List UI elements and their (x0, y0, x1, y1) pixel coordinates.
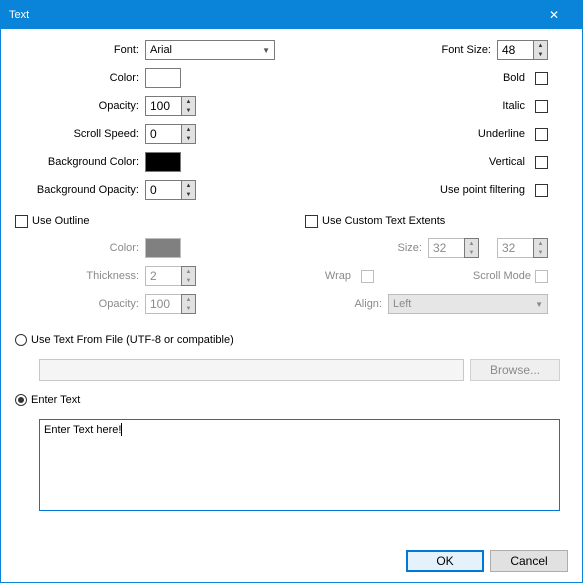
chevron-down-icon: ▼ (535, 300, 543, 309)
extents-width-stepper: ▲▼ (428, 238, 479, 258)
ok-button[interactable]: OK (406, 550, 484, 572)
vertical-label: Vertical (431, 156, 531, 168)
use-file-radio[interactable] (15, 334, 27, 346)
font-size-input[interactable] (497, 40, 533, 60)
chevron-up-icon[interactable]: ▲ (182, 97, 195, 106)
scroll-mode-label: Scroll Mode (473, 270, 531, 282)
chevron-down-icon: ▼ (182, 304, 195, 313)
chevron-down-icon[interactable]: ▼ (534, 50, 547, 59)
bg-opacity-input[interactable] (145, 180, 181, 200)
italic-checkbox[interactable] (535, 100, 548, 113)
outline-thickness-stepper: ▲▼ (145, 266, 196, 286)
point-filtering-label: Use point filtering (431, 184, 531, 196)
font-label: Font: (15, 44, 145, 56)
point-filtering-checkbox[interactable] (535, 184, 548, 197)
use-extents-checkbox[interactable] (305, 215, 318, 228)
font-select[interactable]: Arial ▼ (145, 40, 275, 60)
chevron-up-icon: ▲ (182, 267, 195, 276)
extents-width-input (428, 238, 464, 258)
enter-text-label: Enter Text (31, 394, 80, 406)
extents-size-label: Size: (376, 242, 428, 254)
scroll-speed-input[interactable] (145, 124, 181, 144)
color-label: Color: (15, 72, 145, 84)
close-icon[interactable]: ✕ (534, 8, 574, 22)
extents-height-stepper: ▲▼ (497, 238, 548, 258)
scroll-speed-stepper[interactable]: ▲▼ (145, 124, 196, 144)
titlebar[interactable]: Text ✕ (1, 1, 582, 29)
scroll-mode-checkbox (535, 270, 548, 283)
chevron-down-icon[interactable]: ▼ (182, 106, 195, 115)
enter-text-radio[interactable] (15, 394, 27, 406)
scroll-speed-label: Scroll Speed: (15, 128, 145, 140)
wrap-label: Wrap (305, 270, 357, 282)
outline-opacity-stepper: ▲▼ (145, 294, 196, 314)
outline-opacity-input (145, 294, 181, 314)
chevron-up-icon: ▲ (534, 239, 547, 248)
bold-label: Bold (431, 72, 531, 84)
align-label: Align: (336, 298, 388, 310)
opacity-input[interactable] (145, 96, 181, 116)
align-select: Left ▼ (388, 294, 548, 314)
underline-label: Underline (431, 128, 531, 140)
text-dialog: Text ✕ Font: Arial ▼ Color: Opacity: (0, 0, 583, 583)
wrap-checkbox (361, 270, 374, 283)
bg-opacity-stepper[interactable]: ▲▼ (145, 180, 196, 200)
underline-checkbox[interactable] (535, 128, 548, 141)
bg-opacity-label: Background Opacity: (15, 184, 145, 196)
chevron-up-icon[interactable]: ▲ (182, 125, 195, 134)
opacity-stepper[interactable]: ▲▼ (145, 96, 196, 116)
chevron-down-icon: ▼ (262, 46, 270, 55)
font-value: Arial (150, 44, 172, 56)
opacity-label: Opacity: (15, 100, 145, 112)
use-file-label: Use Text From File (UTF-8 or compatible) (31, 334, 234, 346)
outline-color-label: Color: (15, 242, 145, 254)
chevron-up-icon: ▲ (465, 239, 478, 248)
use-outline-checkbox[interactable] (15, 215, 28, 228)
chevron-down-icon[interactable]: ▼ (182, 134, 195, 143)
chevron-up-icon[interactable]: ▲ (182, 181, 195, 190)
text-value: Enter Text here! (44, 424, 122, 436)
vertical-checkbox[interactable] (535, 156, 548, 169)
chevron-up-icon: ▲ (182, 295, 195, 304)
outline-thickness-label: Thickness: (15, 270, 145, 282)
use-outline-label: Use Outline (32, 215, 89, 227)
chevron-down-icon: ▼ (465, 248, 478, 257)
chevron-down-icon[interactable]: ▼ (182, 190, 195, 199)
text-input[interactable]: Enter Text here! (39, 419, 560, 511)
outline-thickness-input (145, 266, 181, 286)
outline-opacity-label: Opacity: (15, 298, 145, 310)
extents-height-input (497, 238, 533, 258)
bold-checkbox[interactable] (535, 72, 548, 85)
use-extents-label: Use Custom Text Extents (322, 215, 445, 227)
italic-label: Italic (431, 100, 531, 112)
bg-color-label: Background Color: (15, 156, 145, 168)
chevron-up-icon[interactable]: ▲ (534, 41, 547, 50)
window-title: Text (9, 9, 534, 21)
font-size-stepper[interactable]: ▲▼ (497, 40, 548, 60)
bg-color-swatch[interactable] (145, 152, 181, 172)
browse-button: Browse... (470, 359, 560, 381)
color-swatch[interactable] (145, 68, 181, 88)
file-path-input (39, 359, 464, 381)
chevron-down-icon: ▼ (182, 276, 195, 285)
outline-color-swatch (145, 238, 181, 258)
font-size-label: Font Size: (397, 44, 497, 56)
cancel-button[interactable]: Cancel (490, 550, 568, 572)
align-value: Left (393, 298, 411, 310)
chevron-down-icon: ▼ (534, 248, 547, 257)
